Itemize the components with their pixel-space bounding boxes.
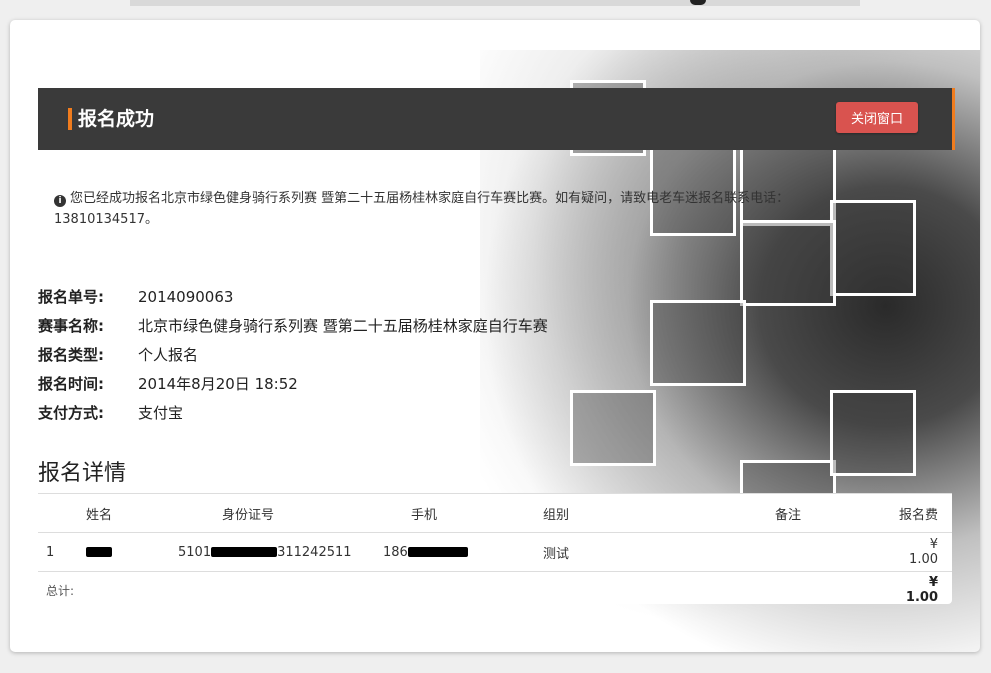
cell-id: 5101 311242511 [177,532,383,572]
col-header-phone: 手机 [383,494,542,533]
detail-value: 支付宝 [138,404,184,422]
col-header-fee: 报名费 [896,494,952,533]
registration-table: 姓名 身份证号 手机 组别 备注 报名费 1 5101 311242511 186… [38,493,952,605]
cell-name [85,532,177,572]
detail-label: 支付方式: [38,404,104,422]
info-icon: i [54,195,66,207]
redacted-id [211,547,278,557]
detail-row-registration-type: 报名类型: 个人报名 [38,340,548,369]
registration-success-modal: 报名成功 关闭窗口 i 您已经成功报名北京市绿色健身骑行系列赛 暨第二十五届杨桂林… [10,20,980,652]
redacted-name [86,547,112,557]
cell-phone: 186 [383,532,542,572]
cell-index: 1 [38,532,85,572]
detail-row-event-name: 赛事名称: 北京市绿色健身骑行系列赛 暨第二十五届杨桂林家庭自行车赛 [38,311,548,340]
total-label: 总计: [46,583,75,598]
total-value: ¥ 1.00 [905,575,938,605]
photo-tile [570,390,656,466]
background-decoration [690,0,706,5]
detail-row-order-number: 报名单号: 2014090063 [38,282,548,311]
table-total-row: 总计: ¥ 1.00 [38,572,952,609]
detail-row-payment-method: 支付方式: 支付宝 [38,398,548,427]
table-header-row: 姓名 身份证号 手机 组别 备注 报名费 [38,494,952,533]
header-accent [68,108,72,130]
modal-title: 报名成功 [78,108,155,130]
detail-value: 北京市绿色健身骑行系列赛 暨第二十五届杨桂林家庭自行车赛 [138,317,548,335]
modal-header: 报名成功 关闭窗口 [38,88,955,150]
col-header-note: 备注 [774,494,896,533]
detail-label: 赛事名称: [38,317,104,335]
section-title: 报名详情 [38,461,127,486]
detail-value: 2014090063 [138,287,234,306]
close-window-button[interactable]: 关闭窗口 [836,102,918,133]
photo-tile [650,300,746,386]
cell-group: 测试 [542,532,774,572]
col-header-index [38,494,85,533]
col-header-name: 姓名 [85,494,177,533]
detail-label: 报名单号: [38,288,104,306]
detail-value: 2014年8月20日 18:52 [138,375,298,393]
col-header-id: 身份证号 [177,494,383,533]
registration-details: 报名单号: 2014090063 赛事名称: 北京市绿色健身骑行系列赛 暨第二十… [38,282,548,427]
success-notice: i 您已经成功报名北京市绿色健身骑行系列赛 暨第二十五届杨桂林家庭自行车赛比赛。如… [54,188,874,230]
detail-value: 个人报名 [138,346,199,364]
col-header-group: 组别 [542,494,774,533]
cell-note [774,532,896,572]
detail-label: 报名类型: [38,346,104,364]
redacted-phone [407,547,468,557]
detail-row-registration-time: 报名时间: 2014年8月20日 18:52 [38,369,548,398]
photo-tile [740,220,836,306]
cell-fee: ¥ 1.00 [896,532,952,572]
detail-label: 报名时间: [38,375,104,393]
table-row: 1 5101 311242511 186 测试 ¥ 1.00 [38,532,952,572]
background-top-strip [130,0,860,6]
notice-text: 您已经成功报名北京市绿色健身骑行系列赛 暨第二十五届杨桂林家庭自行车赛比赛。如有… [54,191,790,227]
photo-tile [830,390,916,476]
